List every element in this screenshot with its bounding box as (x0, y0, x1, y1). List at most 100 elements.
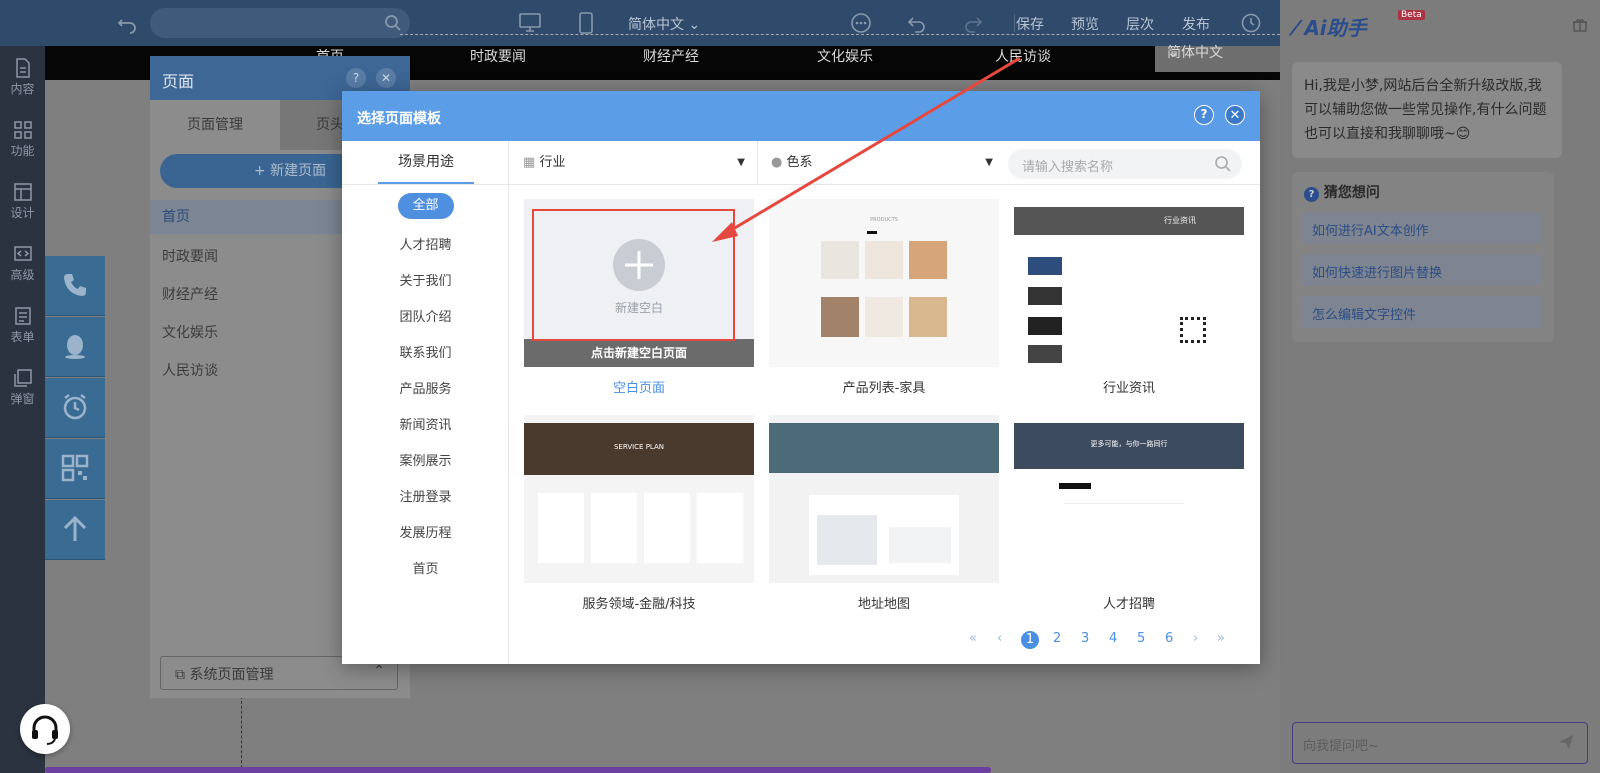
site-nav-item[interactable]: 时政要闻 (470, 46, 526, 66)
preview-button[interactable]: 预览 (1071, 14, 1099, 34)
last-page-button[interactable]: » (1217, 631, 1225, 646)
rail-item-function[interactable]: 功能 (0, 110, 45, 172)
rail-item-design[interactable]: 设计 (0, 172, 45, 234)
page-panel-title: 页面 (162, 72, 195, 91)
template-card[interactable]: PRODUCTS 产品列表-家具 (769, 199, 999, 396)
category-item[interactable]: 人才招聘 (342, 234, 509, 253)
template-name: 地址地图 (857, 597, 910, 612)
first-page-button[interactable]: « (969, 631, 977, 646)
template-card[interactable]: SERVICE PLAN 服务领域-金融/科技 (524, 415, 754, 612)
customer-service-button[interactable] (20, 704, 70, 754)
site-nav-item[interactable]: 文化娱乐 (817, 46, 873, 66)
site-nav-item[interactable]: 人民访谈 (995, 46, 1051, 66)
tab-scene-usage[interactable]: 场景用途 (378, 141, 474, 184)
category-item[interactable]: 关于我们 (342, 270, 509, 289)
scene-category-column: 场景用途 全部 人才招聘 关于我们 团队介绍 联系我们 产品服务 新闻资讯 案例… (342, 141, 509, 664)
toolbar-divider (1014, 14, 1015, 32)
industry-select[interactable]: ▦ 行业 ▼ (523, 141, 751, 185)
thumb-banner-text: 行业资讯 (1164, 216, 1196, 225)
back-to-top-widget[interactable] (45, 500, 105, 560)
close-icon[interactable]: ✕ (1225, 105, 1245, 125)
tab-page-manage[interactable]: 页面管理 (150, 100, 280, 150)
qq-widget[interactable] (45, 317, 105, 377)
thumb-service-card (538, 493, 584, 563)
ai-logo: ⁄ Ai助手 (1294, 12, 1367, 41)
page-button[interactable]: 5 (1137, 631, 1145, 646)
divider (342, 184, 509, 185)
ai-spark-icon: ⁄ (1294, 16, 1305, 40)
thumb-tab-active (1059, 483, 1091, 489)
language-label: 简体中文 (628, 17, 684, 33)
help-icon[interactable]: ? (1194, 105, 1214, 125)
template-picker-modal: 选择页面模板 ? ✕ 场景用途 全部 人才招聘 关于我们 团队介绍 联系我们 产… (342, 91, 1260, 664)
canvas-guide-vertical (241, 686, 242, 773)
rail-item-popup[interactable]: 弹窗 (0, 358, 45, 420)
page-list-item[interactable]: 财经产经 (162, 284, 218, 304)
category-item[interactable]: 发展历程 (342, 522, 509, 541)
category-item[interactable]: 案例展示 (342, 450, 509, 469)
category-item[interactable]: 联系我们 (342, 342, 509, 361)
send-icon[interactable] (1557, 733, 1575, 755)
thumb-city-banner (769, 423, 999, 473)
template-card-blank[interactable]: 新建空白 点击新建空白页面 空白页面 (524, 199, 754, 396)
page-list-item[interactable]: 人民访谈 (162, 360, 218, 380)
category-item[interactable]: 团队介绍 (342, 306, 509, 325)
suggested-question[interactable]: 如何快速进行图片替换 (1302, 254, 1542, 286)
rail-label: 内容 (10, 82, 35, 96)
thumb-banner-text: SERVICE PLAN (613, 443, 665, 451)
thumb-tab (867, 231, 877, 234)
highlight-box (532, 209, 735, 341)
suggested-question[interactable]: 怎么编辑文字控件 (1302, 296, 1542, 328)
language-select[interactable]: 简体中文 ⌄ (628, 14, 700, 34)
color-label: 色系 (786, 155, 813, 170)
chevron-up-icon[interactable]: ⌃ (373, 663, 385, 679)
template-thumbnail (769, 415, 999, 583)
rail-item-content[interactable]: 内容 (0, 48, 45, 110)
ai-ask-input[interactable]: 向我提问吧~ (1292, 722, 1588, 764)
chevron-down-icon: ⌄ (688, 17, 701, 33)
template-search-input[interactable]: 请输入搜索名称 (1008, 149, 1242, 179)
suggested-question[interactable]: 如何进行AI文本创作 (1302, 212, 1542, 244)
color-select[interactable]: ● 色系 ▼ (771, 141, 999, 185)
gift-icon[interactable] (1572, 16, 1588, 36)
next-page-button[interactable]: › (1193, 631, 1198, 646)
alarm-widget[interactable] (45, 378, 105, 438)
category-item[interactable]: 新闻资讯 (342, 414, 509, 433)
qrcode-widget[interactable] (45, 439, 105, 499)
page-button[interactable]: 2 (1053, 631, 1061, 646)
page-list-item[interactable]: 时政要闻 (162, 246, 218, 266)
category-item[interactable]: 首页 (342, 558, 509, 577)
category-item[interactable]: 产品服务 (342, 378, 509, 397)
rail-item-advanced[interactable]: 高级 (0, 234, 45, 296)
thumb-news-image (1028, 287, 1062, 305)
save-button[interactable]: 保存 (1016, 14, 1044, 34)
thumb-text-block (1064, 503, 1184, 563)
divider (757, 141, 758, 185)
prev-page-button[interactable]: ‹ (997, 631, 1002, 646)
back-icon[interactable] (116, 12, 138, 34)
toolbar-search-input[interactable] (150, 8, 410, 38)
close-icon[interactable]: ✕ (376, 68, 396, 88)
page-list-item[interactable]: 文化娱乐 (162, 322, 218, 342)
page-button[interactable]: 3 (1081, 631, 1089, 646)
template-card[interactable]: 地址地图 (769, 415, 999, 612)
template-card[interactable]: 行业资讯 行业资讯 (1014, 199, 1244, 396)
rail-item-form[interactable]: 表单 (0, 296, 45, 358)
help-icon[interactable]: ? (346, 68, 366, 88)
layers-button[interactable]: 层次 (1126, 14, 1154, 34)
page-button[interactable]: 4 (1109, 631, 1117, 646)
phone-widget[interactable] (45, 256, 105, 316)
building-icon: ▦ (523, 155, 536, 170)
page-button-current[interactable]: 1 (1021, 631, 1039, 649)
left-rail: 内容 功能 设计 高级 表单 弹窗 (0, 46, 45, 773)
site-language-select[interactable]: 简体中文 ⌄ (1155, 46, 1280, 72)
template-card[interactable]: 更多可能，与你一路同行 人才招聘 (1014, 415, 1244, 612)
scroll-indicator (45, 767, 991, 773)
thumb-banner: 行业资讯 (1014, 207, 1244, 235)
tab-header[interactable]: 页头 (316, 100, 344, 150)
category-all[interactable]: 全部 (342, 193, 509, 219)
page-button[interactable]: 6 (1165, 631, 1173, 646)
publish-button[interactable]: 发布 (1182, 14, 1210, 34)
site-nav-item[interactable]: 财经产经 (643, 46, 699, 66)
category-item[interactable]: 注册登录 (342, 486, 509, 505)
